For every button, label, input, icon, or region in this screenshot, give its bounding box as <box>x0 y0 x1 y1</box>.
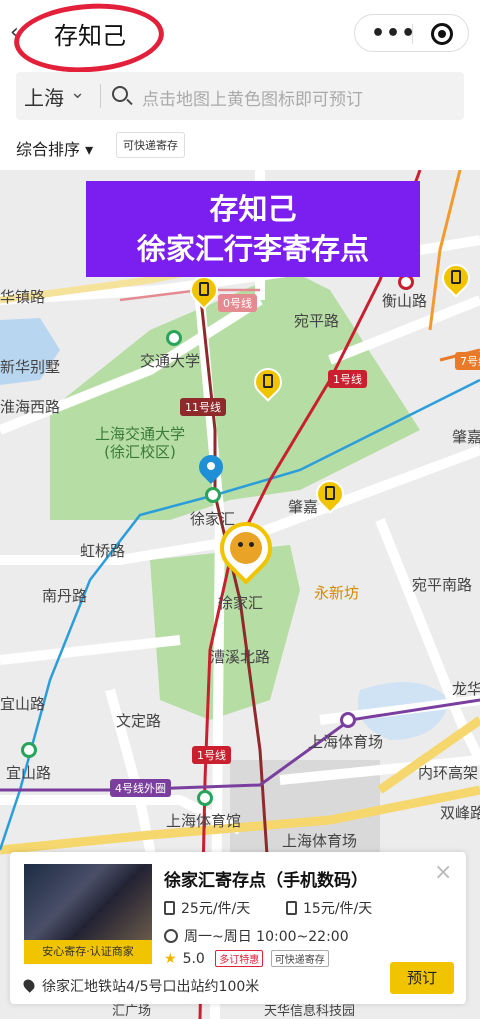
metro-line-badge: 7号线 <box>455 352 480 370</box>
hours-row: 周一~周日 10:00~22:00 <box>164 926 349 946</box>
road-label: 双峰路 <box>440 804 480 822</box>
price-large: 25元/件/天 <box>181 901 251 917</box>
express-filter-tag[interactable]: 可快递寄存 <box>116 132 185 158</box>
place-label: 交通大学 <box>140 352 201 370</box>
metro-line-badge: 1号线 <box>328 370 367 388</box>
place-label: 徐家汇 <box>218 594 264 612</box>
promo-banner: 存知己 徐家汇行李寄存点 <box>86 181 420 277</box>
road-label: 宜山路 <box>0 695 46 713</box>
luggage-icon <box>199 282 209 296</box>
road-label: 宛平南路 <box>412 576 473 594</box>
place-label: 上海体育场 <box>282 832 358 850</box>
search-bar[interactable]: 上海 ⌄ 点击地图上黄色图标即可预订 <box>16 72 464 120</box>
road-label: 华镇路 <box>0 288 46 306</box>
metro-line-badge: 11号线 <box>180 398 226 416</box>
metro-line-badge: 0号线 <box>218 294 257 312</box>
luggage-icon <box>451 270 461 284</box>
metro-station-icon[interactable] <box>340 712 356 728</box>
search-divider <box>100 84 101 108</box>
city-selector[interactable]: 上海 <box>24 82 64 111</box>
certified-badge: 安心寄存·认证商家 <box>24 940 152 964</box>
metro-line-badge: 1号线 <box>192 746 231 764</box>
price-small: 15元/件/天 <box>303 901 373 917</box>
storage-pin-icon[interactable] <box>184 270 224 312</box>
eye <box>249 542 254 547</box>
storage-pin-icon[interactable] <box>436 258 476 300</box>
express-tag: 可快递寄存 <box>270 950 329 967</box>
luggage-icon <box>263 374 273 388</box>
more-dots-icon[interactable]: ••• <box>371 21 416 46</box>
place-label: 永新坊 <box>314 584 360 602</box>
luggage-icon <box>325 486 335 500</box>
clock-icon <box>164 929 178 943</box>
storage-pin-icon[interactable] <box>310 474 350 516</box>
discount-tag: 多订特惠 <box>215 950 264 967</box>
selected-storage-tiger-icon[interactable] <box>209 511 283 592</box>
metro-station-icon[interactable] <box>21 742 37 758</box>
place-label: 衡山路 <box>382 292 428 310</box>
luggage-large-icon <box>164 901 175 915</box>
road-label: 宜山路 <box>6 764 52 782</box>
road-label: 内环高架 <box>418 764 479 782</box>
address-row: 徐家汇地铁站4/5号口出站约100米 <box>21 976 260 996</box>
metro-station-icon[interactable] <box>166 330 182 346</box>
storage-point-card[interactable]: 安心寄存·认证商家 徐家汇寄存点（手机数码） × 25元/件/天 15元/件/天… <box>10 852 466 1004</box>
road-label: 文定路 <box>116 712 162 730</box>
location-icon <box>21 977 37 993</box>
nav-header: ‹ 存知己 ••• <box>0 0 480 78</box>
price-small-row: 15元/件/天 <box>286 898 372 918</box>
place-label: 上海交通大学 (徐汇校区) <box>95 425 186 461</box>
road-label: 虹桥路 <box>80 542 126 560</box>
location-pin-icon <box>194 450 228 487</box>
red-circle-annotation <box>11 0 167 78</box>
close-icon[interactable]: × <box>434 860 452 885</box>
metro-line-badge: 4号线外圈 <box>110 779 171 797</box>
banner-line-1: 存知己 <box>209 192 297 226</box>
luggage-small-icon <box>286 901 297 915</box>
storage-pin-icon[interactable] <box>248 362 288 404</box>
metro-station-icon[interactable] <box>197 790 213 806</box>
star-icon: ★ <box>164 951 177 967</box>
place-label: 新华别墅 <box>0 358 61 376</box>
opening-hours: 周一~周日 10:00~22:00 <box>184 929 349 945</box>
road-label: 肇嘉 <box>288 498 319 516</box>
pin-dot <box>207 462 215 470</box>
eye <box>238 542 243 547</box>
address-text: 徐家汇地铁站4/5号口出站约100米 <box>42 979 260 995</box>
close-miniapp-icon[interactable] <box>431 23 453 45</box>
chevron-down-icon[interactable]: ⌄ <box>70 82 85 103</box>
place-label: 上海体育馆 <box>166 812 242 830</box>
book-button[interactable]: 预订 <box>390 962 454 994</box>
sort-dropdown[interactable]: 综合排序 ▾ <box>16 136 93 160</box>
road-label: 宛平路 <box>294 312 340 330</box>
storage-photo <box>24 864 152 940</box>
road-label: 龙华 <box>452 680 480 698</box>
place-label: 上海体育场 <box>308 733 384 751</box>
metro-station-icon[interactable] <box>205 487 221 503</box>
road-label: 南丹路 <box>42 587 88 605</box>
price-large-row: 25元/件/天 <box>164 898 250 918</box>
rating-row: ★ 5.0 多订特惠 可快递寄存 <box>164 950 329 967</box>
tiger-face-icon <box>230 532 262 564</box>
place-label: 肇嘉 <box>452 428 480 446</box>
capsule-divider <box>412 24 413 44</box>
banner-line-2: 徐家汇行李寄存点 <box>136 232 369 266</box>
road-label: 漕溪北路 <box>210 648 271 666</box>
miniapp-capsule: ••• <box>354 14 469 52</box>
rating-value: 5.0 <box>182 951 205 967</box>
search-icon <box>112 86 128 102</box>
storage-name: 徐家汇寄存点（手机数码） <box>164 871 368 891</box>
search-placeholder[interactable]: 点击地图上黄色图标即可预订 <box>142 85 363 110</box>
road-label: 淮海西路 <box>0 398 61 416</box>
